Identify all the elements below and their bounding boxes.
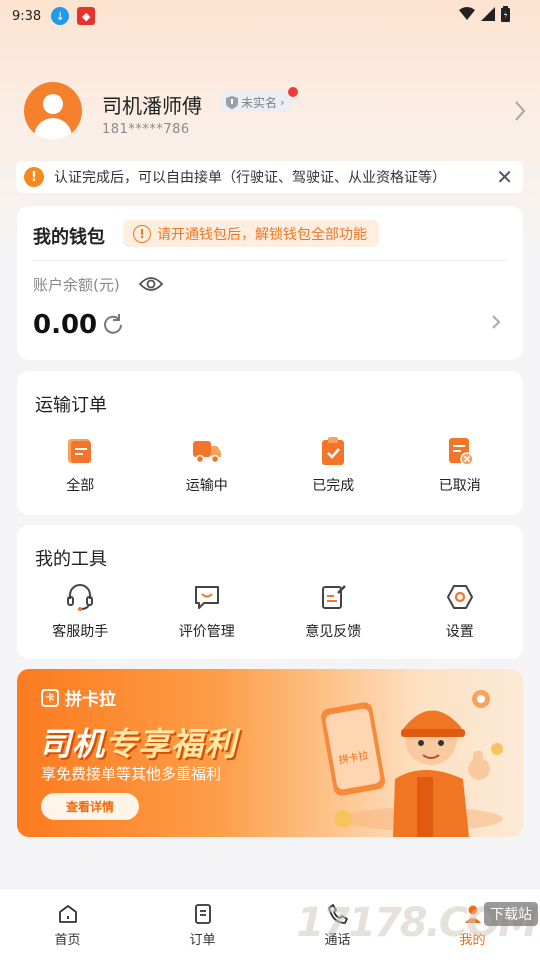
status-bar: 9:38 ↓ ◆ [0, 0, 540, 32]
certification-notice: ! 认证完成后，可以自由接单（行驶证、驾驶证、从业资格证等） ✕ [16, 161, 523, 193]
chevron-right-icon[interactable] [491, 314, 501, 330]
warning-icon: ! [24, 167, 44, 187]
order-filter-label: 全部 [66, 478, 95, 494]
battery-icon [501, 6, 510, 22]
message-icon [191, 581, 223, 613]
banner-headline: 司机专享福利 [39, 719, 237, 765]
orders-title: 运输订单 [35, 395, 107, 416]
balance-label: 账户余额(元) [33, 276, 120, 294]
order-icon [194, 904, 211, 924]
wallet-activate-tip[interactable]: ! 请开通钱包后，解锁钱包全部功能 [123, 220, 379, 247]
refresh-icon[interactable] [101, 313, 125, 337]
tools-title: 我的工具 [35, 549, 107, 570]
doc-cancel-icon [444, 435, 476, 467]
tab-home[interactable]: 首页 [0, 889, 135, 960]
tab-label: 订单 [189, 933, 216, 948]
notice-text: 认证完成后，可以自由接单（行驶证、驾驶证、从业资格证等） [54, 170, 446, 186]
banner-brand: 卡 拼卡拉 [41, 685, 116, 710]
order-filter-label: 运输中 [185, 478, 228, 494]
feedback-icon [317, 581, 349, 613]
tool-label: 意见反馈 [305, 624, 362, 640]
order-filter-label: 已完成 [312, 478, 355, 494]
driver-phone: 181*****786 [102, 122, 190, 137]
order-filter-all[interactable]: 全部 [17, 435, 144, 495]
verify-badge-label: 未实名 [241, 95, 278, 110]
my-tools-card: 我的工具 客服助手 评价管理 意见反馈 设置 [17, 525, 523, 659]
driver-mascot-illustration: 拼卡拉 [321, 690, 503, 837]
shield-icon [226, 95, 238, 109]
clipboard-check-icon [317, 435, 349, 467]
wallet-tip-text: 请开通钱包后，解锁钱包全部功能 [157, 226, 367, 243]
site-watermark-tag: 下载站 [484, 902, 538, 926]
banner-brand-name: 拼卡拉 [65, 690, 116, 710]
list-icon [64, 435, 96, 467]
driver-name: 司机潘师傅 [102, 94, 202, 118]
view-details-button[interactable]: 查看详情 [41, 793, 139, 820]
settings-icon [444, 581, 476, 613]
tool-settings[interactable]: 设置 [397, 581, 524, 641]
download-icon: ↓ [51, 7, 70, 25]
headset-icon [64, 581, 96, 613]
tab-label: 首页 [54, 933, 81, 948]
tab-orders[interactable]: 订单 [135, 889, 270, 960]
chevron-right-icon: › [280, 95, 285, 109]
profile-header[interactable]: 司机潘师傅 未实名 › 181*****786 [24, 82, 526, 142]
app-notification-icon: ◆ [77, 7, 96, 25]
eye-icon[interactable] [139, 276, 163, 292]
brand-logo-icon: 卡 [41, 688, 59, 707]
tool-review-management[interactable]: 评价管理 [144, 581, 271, 641]
tool-label: 设置 [445, 624, 474, 640]
wallet-card[interactable]: 我的钱包 ! 请开通钱包后，解锁钱包全部功能 账户余额(元) 0.00 [17, 206, 523, 360]
verify-badge[interactable]: 未实名 › [220, 87, 299, 112]
alert-icon: ! [133, 224, 151, 243]
truck-icon [191, 435, 223, 467]
order-filter-label: 已取消 [438, 478, 481, 494]
chevron-right-icon[interactable] [514, 100, 526, 122]
promo-banner[interactable]: 卡 拼卡拉 司机专享福利 享免费接单等其他多重福利 查看详情 拼卡拉 [17, 669, 523, 837]
balance-amount: 0.00 [33, 310, 98, 340]
status-time: 9:38 [12, 8, 42, 24]
order-filter-in-transit[interactable]: 运输中 [144, 435, 271, 495]
tool-customer-service[interactable]: 客服助手 [17, 581, 144, 641]
transport-orders-card: 运输订单 全部 运输中 已完成 已取消 [17, 371, 523, 515]
tool-feedback[interactable]: 意见反馈 [270, 581, 397, 641]
signal-icon [481, 7, 495, 21]
wallet-title: 我的钱包 [33, 227, 105, 248]
tool-label: 评价管理 [178, 624, 235, 640]
order-filter-completed[interactable]: 已完成 [270, 435, 397, 495]
close-icon[interactable]: ✕ [496, 165, 513, 189]
banner-headline-a: 司机 [39, 725, 106, 763]
tool-label: 客服助手 [52, 624, 109, 640]
order-filter-cancelled[interactable]: 已取消 [397, 435, 524, 495]
divider [33, 260, 507, 261]
wifi-icon [459, 7, 475, 20]
banner-subtitle: 享免费接单等其他多重福利 [41, 765, 222, 783]
unread-dot [288, 87, 299, 97]
home-icon [58, 905, 77, 923]
banner-headline-b: 专享福利 [105, 725, 238, 763]
avatar[interactable] [24, 82, 82, 140]
